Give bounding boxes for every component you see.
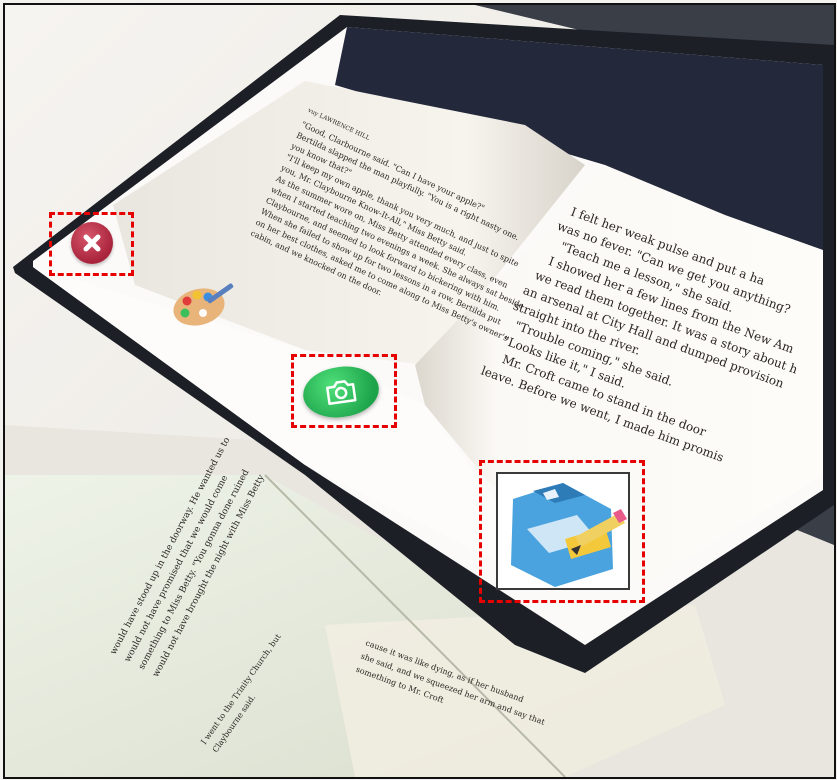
palette-icon[interactable] xyxy=(165,283,239,329)
highlight-close xyxy=(49,212,134,276)
scene: would have stood up in the doorway. He w… xyxy=(5,5,834,777)
screenshot-frame: would have stood up in the doorway. He w… xyxy=(3,3,836,779)
highlight-camera xyxy=(291,354,397,428)
highlight-save xyxy=(479,460,645,603)
